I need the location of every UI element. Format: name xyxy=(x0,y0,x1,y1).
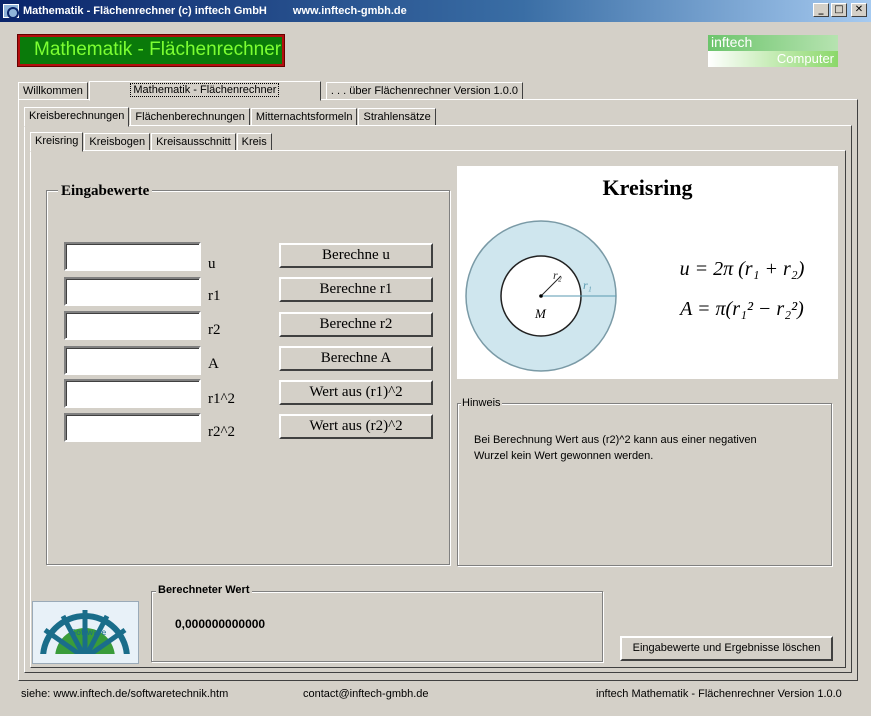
input-r1[interactable] xyxy=(64,277,201,306)
input-r2[interactable] xyxy=(64,311,201,340)
label-r1: r1 xyxy=(208,288,221,304)
reset-button[interactable]: Eingabewerte und Ergebnisse löschen xyxy=(620,636,833,661)
software-logo: Software xyxy=(32,601,139,703)
inftech-logo: inftech Computer xyxy=(708,35,838,67)
tab-label: Mathematik - Flächenrechner xyxy=(130,83,280,97)
input-a[interactable] xyxy=(64,346,201,375)
tab-label: Flächenberechnungen xyxy=(135,111,245,123)
label-u: u xyxy=(208,256,216,272)
tab-label: Willkommen xyxy=(23,85,83,97)
status-version: inftech Mathematik - Flächenrechner Vers… xyxy=(596,688,842,700)
logo-text: Software xyxy=(71,628,107,637)
hint-group-label: Hinweis xyxy=(461,397,502,409)
tab-kreisberechnungen[interactable]: Kreisberechnungen xyxy=(24,107,130,127)
label-r2-squared: r2^2 xyxy=(208,424,236,440)
value-from-r2-squared-button[interactable]: Wert aus (r2)^2 xyxy=(279,414,433,439)
close-button[interactable]: ✕ xyxy=(851,3,867,17)
input-group-label: Eingabewerte xyxy=(58,183,153,200)
tab-about[interactable]: . . . über Flächenrechner Version 1.0.0 xyxy=(325,82,524,100)
tab-flaechenberechnungen[interactable]: Flächenberechnungen xyxy=(130,108,250,126)
tab-strahlensaetze[interactable]: Strahlensätze xyxy=(358,108,436,126)
main-tabs: Willkommen Mathematik - Flächenrechner .… xyxy=(18,80,524,101)
minimize-button[interactable]: _ xyxy=(813,3,829,17)
result-group-label: Berechneter Wert xyxy=(156,584,252,596)
logo-bottom-text: Computer xyxy=(708,51,838,67)
hint-text-line-2: Wurzel kein Wert gewonnen werden. xyxy=(474,450,654,462)
app-icon[interactable] xyxy=(3,4,19,19)
tab-label: Kreis xyxy=(241,136,267,148)
label-a: A xyxy=(208,356,219,372)
tab-kreis[interactable]: Kreis xyxy=(236,133,272,151)
app-title-banner: Mathematik - Flächenrechner xyxy=(17,34,285,67)
calculate-a-button[interactable]: Berechne A xyxy=(279,346,433,371)
ring-diagram xyxy=(465,220,617,372)
formula-a: A = π(r₁² − r₂²) xyxy=(680,298,804,320)
status-left: siehe: www.inftech.de/softwaretechnik.ht… xyxy=(21,688,229,700)
figure-title: Kreisring xyxy=(602,175,693,200)
formula-u: u = 2π (r₁ + r₂) xyxy=(679,258,805,280)
tab-kreisausschnitt[interactable]: Kreisausschnitt xyxy=(151,133,236,151)
logo-top-text: inftech xyxy=(708,35,838,51)
title-bar[interactable]: Mathematik - Flächenrechner (c) inftech … xyxy=(0,0,871,22)
label-r1-squared: r1^2 xyxy=(208,391,236,407)
tab-mitternachtsformeln[interactable]: Mitternachtsformeln xyxy=(250,108,358,126)
tab-kreisring[interactable]: Kreisring xyxy=(30,132,84,152)
hint-text: Bei Berechnung Wert aus (r2)^2 kann aus … xyxy=(474,432,757,464)
center-point xyxy=(539,294,543,298)
tab-label: . . . über Flächenrechner Version 1.0.0 xyxy=(330,85,519,97)
calculate-u-button[interactable]: Berechne u xyxy=(279,243,433,268)
tab-label: Kreisring xyxy=(35,135,79,147)
tab-label: Kreisausschnitt xyxy=(156,136,231,148)
tab-label: Kreisbogen xyxy=(89,136,146,148)
status-contact: contact@inftech-gmbh.de xyxy=(303,688,429,700)
input-r1-squared[interactable] xyxy=(64,379,201,408)
r1-label: r₁ xyxy=(583,278,592,292)
tab-flaechenrechner[interactable]: Mathematik - Flächenrechner xyxy=(88,81,321,101)
hint-group xyxy=(457,403,832,566)
hint-text-line-1: Bei Berechnung Wert aus (r2)^2 kann aus … xyxy=(474,434,757,446)
r2-label: r₂ xyxy=(553,268,562,282)
tab-kreisbogen[interactable]: Kreisbogen xyxy=(84,133,151,151)
kreisring-figure: Kreisring M r₂ r₁ u = 2π (r₁ + r₂) A = π… xyxy=(457,166,838,379)
tab-label: Mitternachtsformeln xyxy=(255,111,353,123)
tab-willkommen[interactable]: Willkommen xyxy=(18,82,88,100)
tab-label: Kreisberechnungen xyxy=(29,110,125,122)
label-r2: r2 xyxy=(208,322,221,338)
result-value: 0,000000000000 xyxy=(175,617,266,631)
input-r2-squared[interactable] xyxy=(64,413,201,442)
window-title: Mathematik - Flächenrechner (c) inftech … xyxy=(23,5,267,17)
calculate-r1-button[interactable]: Berechne r1 xyxy=(279,277,433,302)
sub-tabs: Kreisberechnungen Flächenberechnungen Mi… xyxy=(24,106,437,127)
center-label: M xyxy=(535,306,546,321)
app-title: Mathematik - Flächenrechner xyxy=(20,37,282,64)
value-from-r1-squared-button[interactable]: Wert aus (r1)^2 xyxy=(279,380,433,405)
circle-tabs: Kreisring Kreisbogen Kreisausschnitt Kre… xyxy=(30,131,273,152)
input-u[interactable] xyxy=(64,242,201,271)
maximize-button[interactable]: □ xyxy=(831,3,847,17)
tab-label: Strahlensätze xyxy=(363,111,431,123)
calculate-r2-button[interactable]: Berechne r2 xyxy=(279,312,433,337)
window-title-url: www.inftech-gmbh.de xyxy=(292,5,407,17)
status-bar: siehe: www.inftech.de/softwaretechnik.ht… xyxy=(0,680,871,716)
